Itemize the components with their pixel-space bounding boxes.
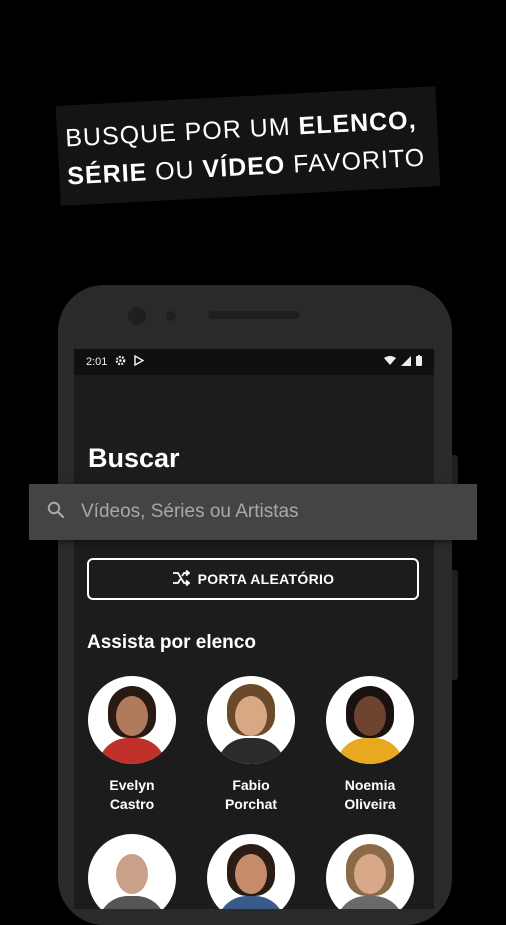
avatar <box>88 676 176 764</box>
shuffle-icon <box>172 569 191 589</box>
avatar-clothing <box>98 896 166 909</box>
headline-text-bold: ELENCO, <box>297 106 418 141</box>
cast-first-name: Fabio <box>232 777 270 793</box>
status-time: 2:01 <box>86 356 108 368</box>
avatar-clothing <box>98 738 166 764</box>
avatar-face <box>116 854 148 894</box>
headline-text-bold: SÉRIE <box>66 158 149 191</box>
cast-member-fabio[interactable]: Fabio Porchat <box>206 676 296 814</box>
cast-first-name: Evelyn <box>109 777 155 793</box>
avatar-clothing <box>217 738 285 764</box>
front-camera <box>128 307 146 325</box>
cast-member-evelyn[interactable]: Evelyn Castro <box>87 676 177 814</box>
headline-text-bold: VÍDEO <box>201 151 287 184</box>
avatar <box>326 676 414 764</box>
wifi-icon <box>384 355 396 369</box>
cast-section-title: Assista por elenco <box>87 632 256 653</box>
signal-icon <box>401 355 411 369</box>
cast-last-name: Castro <box>109 796 155 812</box>
battery-icon <box>416 355 422 369</box>
random-door-button[interactable]: PORTA ALEATÓRIO <box>87 558 419 600</box>
avatar-face <box>354 854 386 894</box>
phone-screen: 2:01 Buscar PORTA ALEATÓRIO Assista por … <box>74 349 434 909</box>
cast-first-name: Noemia <box>344 777 396 793</box>
avatar <box>207 834 295 909</box>
avatar-clothing <box>217 896 285 909</box>
play-store-icon <box>134 354 145 369</box>
cast-last-name: Porchat <box>224 796 278 812</box>
avatar <box>326 834 414 909</box>
avatar-face <box>235 854 267 894</box>
page-title: Buscar <box>88 443 180 473</box>
random-door-label: PORTA ALEATÓRIO <box>197 571 335 587</box>
avatar-face <box>235 696 267 736</box>
cast-last-name: Oliveira <box>344 796 396 812</box>
cast-member-5[interactable] <box>206 834 296 909</box>
search-input[interactable] <box>79 500 443 524</box>
cast-name: Evelyn Castro <box>87 776 177 814</box>
power-button <box>452 570 458 680</box>
cast-member-noemia[interactable]: Noemia Oliveira <box>325 676 415 814</box>
settings-gear-icon <box>115 355 126 369</box>
avatar-clothing <box>336 896 404 909</box>
cast-member-4[interactable] <box>87 834 177 909</box>
promo-headline: BUSQUE POR UM ELENCO, SÉRIE OU VÍDEO FAV… <box>55 86 441 206</box>
cast-name: Noemia Oliveira <box>325 776 415 814</box>
headline-text: OU <box>146 155 204 187</box>
avatar-clothing <box>336 738 404 764</box>
avatar <box>207 676 295 764</box>
cast-member-6[interactable] <box>325 834 415 909</box>
status-bar: 2:01 <box>74 349 434 375</box>
search-bar[interactable] <box>29 484 477 540</box>
avatar-face <box>354 696 386 736</box>
avatar-face <box>116 696 148 736</box>
cast-name: Fabio Porchat <box>206 776 296 814</box>
search-icon <box>47 501 65 524</box>
avatar <box>88 834 176 909</box>
headline-text: FAVORITO <box>284 143 426 180</box>
sensor <box>166 311 176 321</box>
earpiece-speaker <box>208 311 300 319</box>
